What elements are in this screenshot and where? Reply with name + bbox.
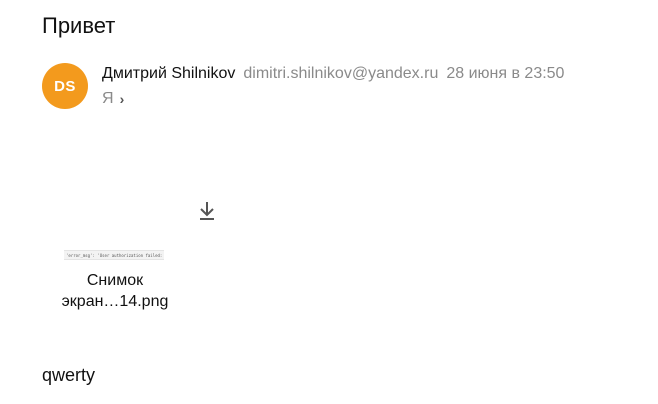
recipient-label: Я bbox=[102, 90, 114, 107]
download-icon[interactable] bbox=[197, 200, 217, 222]
attachment-name-line1: Снимок bbox=[86, 272, 144, 289]
sender-email[interactable]: dimitri.shilnikov@yandex.ru bbox=[243, 65, 438, 82]
attachment-name[interactable]: Снимок экран…14.png bbox=[40, 270, 190, 312]
download-icon-graphic bbox=[200, 202, 214, 220]
recipient-toggle[interactable]: Я › bbox=[102, 89, 124, 109]
sender-name[interactable]: Дмитрий Shilnikov bbox=[102, 65, 235, 82]
avatar-initials: DS bbox=[54, 77, 76, 95]
chevron-right-icon: › bbox=[119, 91, 125, 107]
message-body: qwerty bbox=[42, 365, 96, 385]
sender-avatar[interactable]: DS bbox=[42, 63, 88, 109]
message-date: 28 июня в 23:50 bbox=[446, 65, 565, 82]
sender-line: Дмитрий Shilnikov dimitri.shilnikov@yande… bbox=[102, 64, 564, 84]
attachment-name-line2: экран…14.png bbox=[61, 293, 169, 310]
message-subject: Привет bbox=[42, 13, 116, 38]
attachment-thumbnail[interactable]: 'error_msg': 'User authorization failed: bbox=[64, 250, 164, 260]
